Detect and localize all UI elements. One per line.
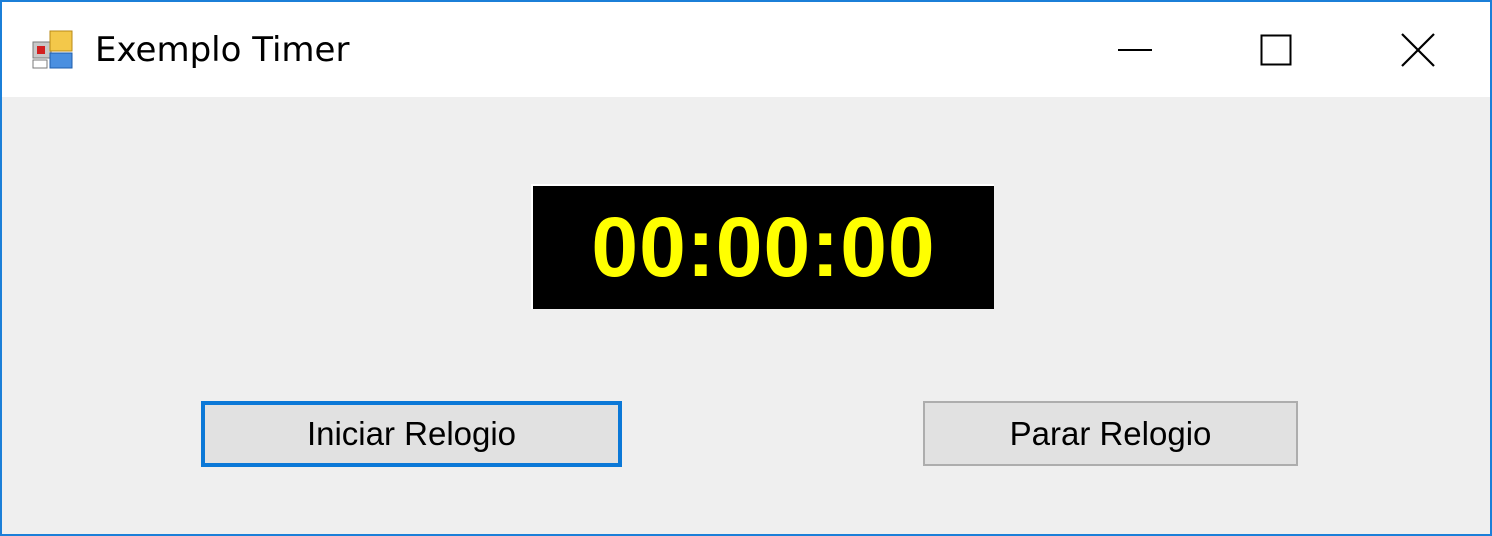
close-button[interactable] [1347,2,1489,97]
title-bar[interactable]: Exemplo Timer [2,2,1490,97]
maximize-button[interactable] [1205,2,1347,97]
clock-display: 00:00:00 [531,184,994,309]
minimize-icon [1118,48,1152,51]
stop-clock-button[interactable]: Parar Relogio [923,401,1298,466]
minimize-button[interactable] [1064,2,1206,97]
maximize-icon [1260,34,1292,65]
clock-value: 00:00:00 [591,200,936,294]
close-icon [1401,32,1435,67]
start-clock-button[interactable]: Iniciar Relogio [201,401,622,467]
main-window: Exemplo Timer 00:00:00 Iniciar Relogio P… [0,0,1492,536]
app-icon[interactable] [32,30,76,70]
window-title: Exemplo Timer [95,30,350,70]
